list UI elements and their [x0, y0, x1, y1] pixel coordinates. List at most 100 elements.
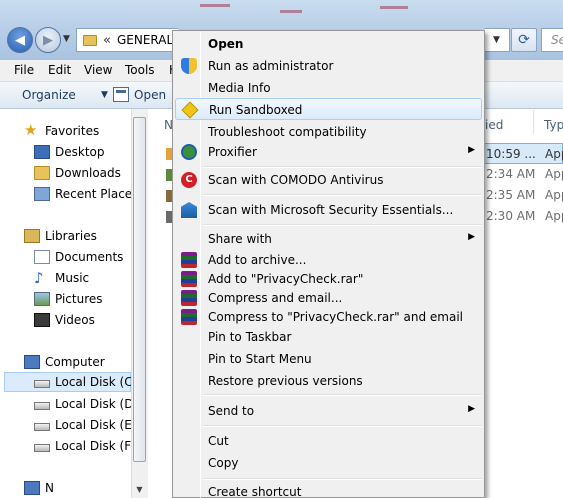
nav-videos-label: Videos: [55, 313, 95, 327]
menu-item-run-sandboxed[interactable]: Run Sandboxed: [175, 98, 482, 120]
search-input[interactable]: Se: [541, 28, 563, 52]
nav-desktop[interactable]: Desktop: [34, 142, 105, 162]
menu-item-proxifier[interactable]: Proxifier ▶: [175, 141, 482, 163]
menu-item-compress-to-rar-and-email[interactable]: Compress to "PrivacyCheck.rar" and email: [175, 306, 482, 328]
comodo-icon: C: [181, 172, 197, 188]
breadcrumb-current[interactable]: GENERAL: [117, 33, 173, 47]
menu-item-label: Restore previous versions: [208, 374, 363, 388]
disk-drive-icon: [34, 443, 50, 452]
nav-local-disk-f[interactable]: Local Disk (F:): [34, 436, 139, 456]
menu-item-share-with[interactable]: Share with ▶: [175, 228, 482, 250]
open-icon: [113, 87, 129, 102]
menu-item-label: Pin to Taskbar: [208, 330, 292, 344]
menu-item-send-to[interactable]: Send to ▶: [175, 400, 482, 422]
nav-videos[interactable]: Videos: [34, 310, 95, 330]
menu-item-create-shortcut[interactable]: Create shortcut: [175, 481, 482, 498]
menu-item-label: Add to "PrivacyCheck.rar": [208, 272, 364, 286]
menu-item-run-as-administrator[interactable]: Run as administrator: [175, 55, 482, 77]
proxifier-icon: [181, 144, 197, 160]
submenu-arrow-icon: ▶: [468, 232, 475, 242]
menu-item-label: Cut: [208, 434, 229, 448]
network-icon: [24, 481, 40, 495]
nav-local-disk-f-label: Local Disk (F:): [55, 439, 139, 453]
file-type-cell: App: [545, 167, 563, 181]
file-date-cell: 2:34 AM: [486, 167, 536, 181]
nav-computer[interactable]: Computer: [24, 352, 105, 372]
address-dropdown-button[interactable]: ▼: [484, 28, 510, 52]
forward-arrow-icon: ▶: [43, 32, 53, 48]
forward-button[interactable]: ▶: [35, 27, 61, 53]
menu-item-restore-previous-versions[interactable]: Restore previous versions: [175, 370, 482, 392]
nav-pane-scroll-thumb[interactable]: [133, 117, 146, 462]
file-date-cell: 10:59 ...: [486, 147, 536, 161]
open-button[interactable]: Open: [134, 88, 166, 102]
submenu-arrow-icon: ▶: [468, 404, 475, 414]
menu-separator: [203, 224, 482, 226]
menu-separator: [203, 478, 482, 480]
back-arrow-icon: ◀: [15, 32, 25, 48]
desktop-icon: [34, 145, 50, 159]
sandbox-icon: [181, 101, 199, 119]
menu-item-label: Create shortcut: [208, 485, 302, 498]
organize-dropdown-icon: ▼: [101, 90, 108, 100]
menu-item-label: Scan with Microsoft Security Essentials.…: [208, 203, 454, 217]
column-date-modified-header[interactable]: ied: [485, 118, 503, 132]
nav-downloads[interactable]: Downloads: [34, 163, 121, 183]
menu-separator: [203, 166, 482, 168]
address-bar[interactable]: « GENERAL: [76, 28, 178, 52]
nav-documents[interactable]: Documents: [34, 247, 123, 267]
menu-item-troubleshoot-compatibility[interactable]: Troubleshoot compatibility: [175, 121, 482, 143]
winrar-icon: [181, 290, 197, 306]
nav-recent-places[interactable]: Recent Places: [34, 184, 138, 204]
refresh-button[interactable]: ⟳: [511, 28, 537, 52]
recent-pages-dropdown[interactable]: ▼: [63, 34, 70, 44]
menu-item-label: Add to archive...: [208, 253, 307, 267]
nav-local-disk-c[interactable]: Local Disk (C:): [4, 372, 141, 392]
breadcrumb-overflow[interactable]: «: [103, 33, 111, 48]
menu-item-open[interactable]: Open: [175, 33, 482, 55]
back-button[interactable]: ◀: [7, 27, 33, 53]
pictures-icon: [34, 292, 50, 306]
organize-button[interactable]: Organize: [22, 88, 76, 102]
libraries-icon: [24, 229, 40, 243]
column-type-header[interactable]: Typ: [544, 118, 563, 132]
menu-item-scan-mse[interactable]: Scan with Microsoft Security Essentials.…: [175, 199, 482, 221]
nav-libraries[interactable]: Libraries: [24, 226, 97, 246]
nav-pictures[interactable]: Pictures: [34, 289, 103, 309]
menu-item-label: Proxifier: [208, 145, 257, 159]
menu-item-label: Copy: [208, 456, 239, 470]
menu-edit[interactable]: Edit: [48, 63, 71, 77]
file-type-cell: App: [545, 188, 563, 202]
menu-view[interactable]: View: [84, 63, 112, 77]
winrar-icon: [181, 309, 197, 325]
menu-item-label: Pin to Start Menu: [208, 352, 312, 366]
menu-item-label: Run as administrator: [208, 59, 334, 73]
menu-item-copy[interactable]: Copy: [175, 452, 482, 474]
menu-item-cut[interactable]: Cut: [175, 430, 482, 452]
menu-item-scan-comodo[interactable]: C Scan with COMODO Antivirus: [175, 169, 482, 191]
scroll-down-button[interactable]: ▼: [131, 481, 148, 498]
disk-drive-icon: [34, 422, 50, 431]
nav-music-label: Music: [55, 271, 90, 285]
disk-drive-icon: [34, 401, 50, 410]
menu-file[interactable]: File: [14, 63, 34, 77]
nav-pictures-label: Pictures: [55, 292, 103, 306]
column-separator[interactable]: [533, 110, 534, 134]
menu-separator: [203, 194, 482, 196]
nav-favorites[interactable]: ★ Favorites: [24, 121, 99, 141]
nav-computer-label: Computer: [45, 355, 105, 369]
nav-recent-places-label: Recent Places: [55, 187, 139, 201]
menu-item-pin-to-start-menu[interactable]: Pin to Start Menu: [175, 348, 482, 370]
file-type-cell: App: [545, 209, 563, 223]
nav-local-disk-d[interactable]: Local Disk (D:): [34, 394, 142, 414]
menu-item-pin-to-taskbar[interactable]: Pin to Taskbar: [175, 326, 482, 348]
menu-tools[interactable]: Tools: [125, 63, 155, 77]
nav-local-disk-e[interactable]: Local Disk (E:): [34, 415, 141, 435]
nav-local-disk-c-label: Local Disk (C:): [55, 375, 142, 389]
nav-music[interactable]: ♪ Music: [34, 268, 89, 288]
menu-item-media-info[interactable]: Media Info: [175, 77, 482, 99]
nav-network[interactable]: N: [24, 478, 54, 498]
mse-icon: [181, 202, 197, 218]
computer-icon: [24, 355, 40, 369]
file-date-cell: 2:30 AM: [486, 209, 536, 223]
